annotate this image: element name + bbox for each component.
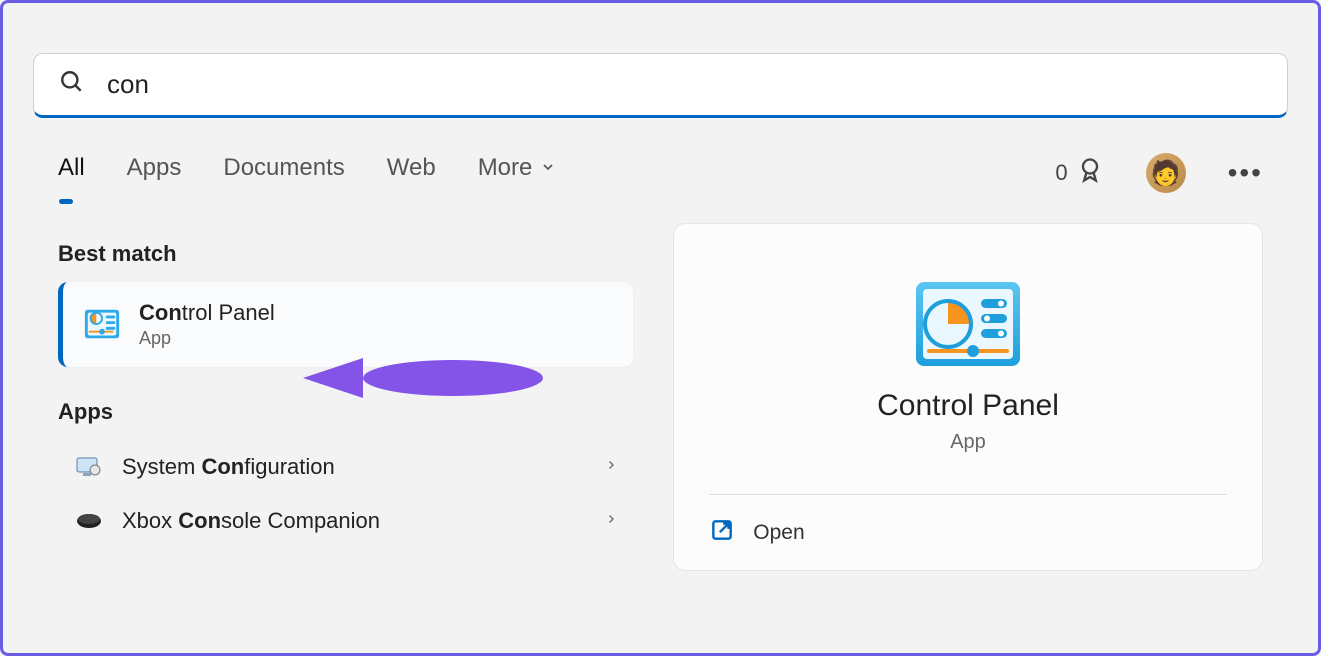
open-action[interactable]: Open	[709, 495, 1226, 570]
chevron-down-icon	[540, 154, 556, 182]
xbox-icon	[74, 509, 104, 533]
control-panel-icon	[83, 306, 121, 344]
detail-title: Control Panel	[877, 389, 1059, 423]
open-icon	[709, 517, 735, 548]
result-title: Control Panel	[139, 300, 275, 326]
tab-web[interactable]: Web	[387, 154, 436, 192]
detail-subtitle: App	[950, 431, 986, 454]
result-subtitle: App	[139, 328, 275, 349]
section-best-match: Best match	[58, 241, 633, 267]
search-icon	[59, 69, 85, 100]
chevron-right-icon	[605, 456, 617, 479]
rewards-points[interactable]: 0	[1055, 156, 1103, 190]
result-system-configuration[interactable]: System Configuration	[58, 440, 633, 494]
more-options-icon[interactable]: •••	[1228, 157, 1263, 189]
result-xbox-console-companion[interactable]: Xbox Console Companion	[58, 494, 633, 548]
system-config-icon	[74, 455, 104, 479]
control-panel-large-icon	[913, 279, 1023, 369]
chevron-right-icon	[605, 510, 617, 533]
medal-icon	[1076, 156, 1104, 190]
tab-apps[interactable]: Apps	[127, 154, 182, 192]
section-apps: Apps	[58, 399, 633, 425]
avatar[interactable]: 🧑	[1146, 153, 1186, 193]
tab-all[interactable]: All	[58, 154, 85, 192]
open-label: Open	[753, 521, 804, 545]
result-control-panel[interactable]: Control Panel App	[58, 282, 633, 367]
detail-pane: Control Panel App Open	[673, 223, 1263, 571]
search-box[interactable]	[33, 53, 1288, 118]
search-input[interactable]	[107, 69, 1262, 100]
tab-more[interactable]: More	[478, 154, 557, 192]
filter-tabs: All Apps Documents Web More 0 🧑 •••	[33, 118, 1288, 193]
tab-documents[interactable]: Documents	[223, 154, 344, 192]
